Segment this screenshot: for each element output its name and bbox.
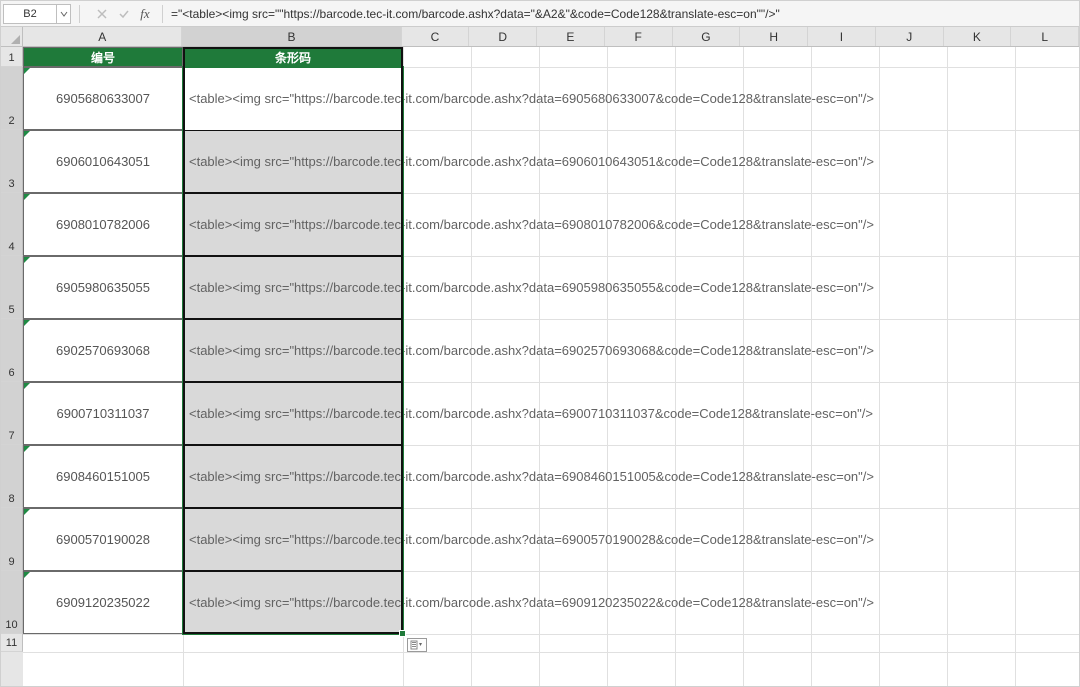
row-header-1[interactable]: 1 — [1, 47, 23, 67]
row-header-11[interactable]: 11 — [1, 634, 23, 652]
cell-A8[interactable]: 6908460151005 — [23, 445, 183, 508]
name-box-dropdown[interactable] — [56, 5, 70, 23]
table-header-number[interactable]: 编号 — [23, 47, 183, 67]
cell-B4[interactable] — [183, 193, 403, 256]
row-header-4[interactable]: 4 — [1, 193, 23, 256]
grid-inner: 编号条形码6905680633007<table><img src="https… — [23, 47, 1079, 686]
cell-B7[interactable] — [183, 382, 403, 445]
name-box[interactable] — [4, 5, 56, 23]
row-header-6[interactable]: 6 — [1, 319, 23, 382]
x-icon — [96, 8, 108, 20]
sheet-area: ABCDEFGHIJKL 1234567891011 编号条形码69056806… — [1, 27, 1079, 686]
row-header-5[interactable]: 5 — [1, 256, 23, 319]
cell-A10[interactable]: 6909120235022 — [23, 571, 183, 634]
formula-buttons: fx — [92, 4, 154, 24]
row-header-10[interactable]: 10 — [1, 571, 23, 634]
cancel-formula-button[interactable] — [92, 4, 112, 24]
insert-function-button[interactable]: fx — [136, 6, 154, 22]
column-header-I[interactable]: I — [808, 27, 876, 46]
row-header-7[interactable]: 7 — [1, 382, 23, 445]
separator — [162, 5, 163, 23]
cell-A4[interactable]: 6908010782006 — [23, 193, 183, 256]
row-header-3[interactable]: 3 — [1, 130, 23, 193]
check-icon — [118, 8, 130, 20]
cell-B6[interactable] — [183, 319, 403, 382]
column-header-C[interactable]: C — [402, 27, 470, 46]
formula-input[interactable] — [165, 4, 1079, 24]
column-header-A[interactable]: A — [23, 27, 182, 46]
enter-formula-button[interactable] — [114, 4, 134, 24]
cell-B8[interactable] — [183, 445, 403, 508]
excel-window: { "namebox": { "value": "B2" }, "formula… — [0, 0, 1080, 687]
cell-B10[interactable] — [183, 571, 403, 634]
cell-A5[interactable]: 6905980635055 — [23, 256, 183, 319]
cell-A9[interactable]: 6900570190028 — [23, 508, 183, 571]
cell-A2[interactable]: 6905680633007 — [23, 67, 183, 130]
cell-A6[interactable]: 6902570693068 — [23, 319, 183, 382]
cell-B5[interactable] — [183, 256, 403, 319]
column-header-G[interactable]: G — [673, 27, 741, 46]
autofill-options-icon — [410, 640, 424, 650]
separator — [79, 5, 80, 23]
column-header-H[interactable]: H — [740, 27, 808, 46]
grid[interactable]: 编号条形码6905680633007<table><img src="https… — [23, 47, 1079, 686]
formula-bar: fx — [1, 1, 1079, 27]
select-all-corner[interactable] — [1, 27, 23, 47]
cell-B9[interactable] — [183, 508, 403, 571]
column-header-E[interactable]: E — [537, 27, 605, 46]
cell-A3[interactable]: 6906010643051 — [23, 130, 183, 193]
name-box-wrap — [3, 4, 71, 24]
autofill-options-button[interactable] — [407, 638, 427, 652]
table-header-barcode[interactable]: 条形码 — [183, 47, 403, 67]
row-header-8[interactable]: 8 — [1, 445, 23, 508]
column-header-F[interactable]: F — [605, 27, 673, 46]
cell-A7[interactable]: 6900710311037 — [23, 382, 183, 445]
row-header-9[interactable]: 9 — [1, 508, 23, 571]
cell-B3[interactable] — [183, 130, 403, 193]
autofill-handle[interactable] — [399, 630, 406, 637]
column-header-B[interactable]: B — [182, 27, 401, 46]
chevron-down-icon — [60, 10, 68, 18]
row-header-2[interactable]: 2 — [1, 67, 23, 130]
row-headers: 1234567891011 — [1, 47, 23, 686]
column-header-J[interactable]: J — [876, 27, 944, 46]
active-cell — [183, 67, 403, 130]
column-headers: ABCDEFGHIJKL — [23, 27, 1079, 47]
column-header-L[interactable]: L — [1011, 27, 1079, 46]
column-header-D[interactable]: D — [469, 27, 537, 46]
column-header-K[interactable]: K — [944, 27, 1012, 46]
